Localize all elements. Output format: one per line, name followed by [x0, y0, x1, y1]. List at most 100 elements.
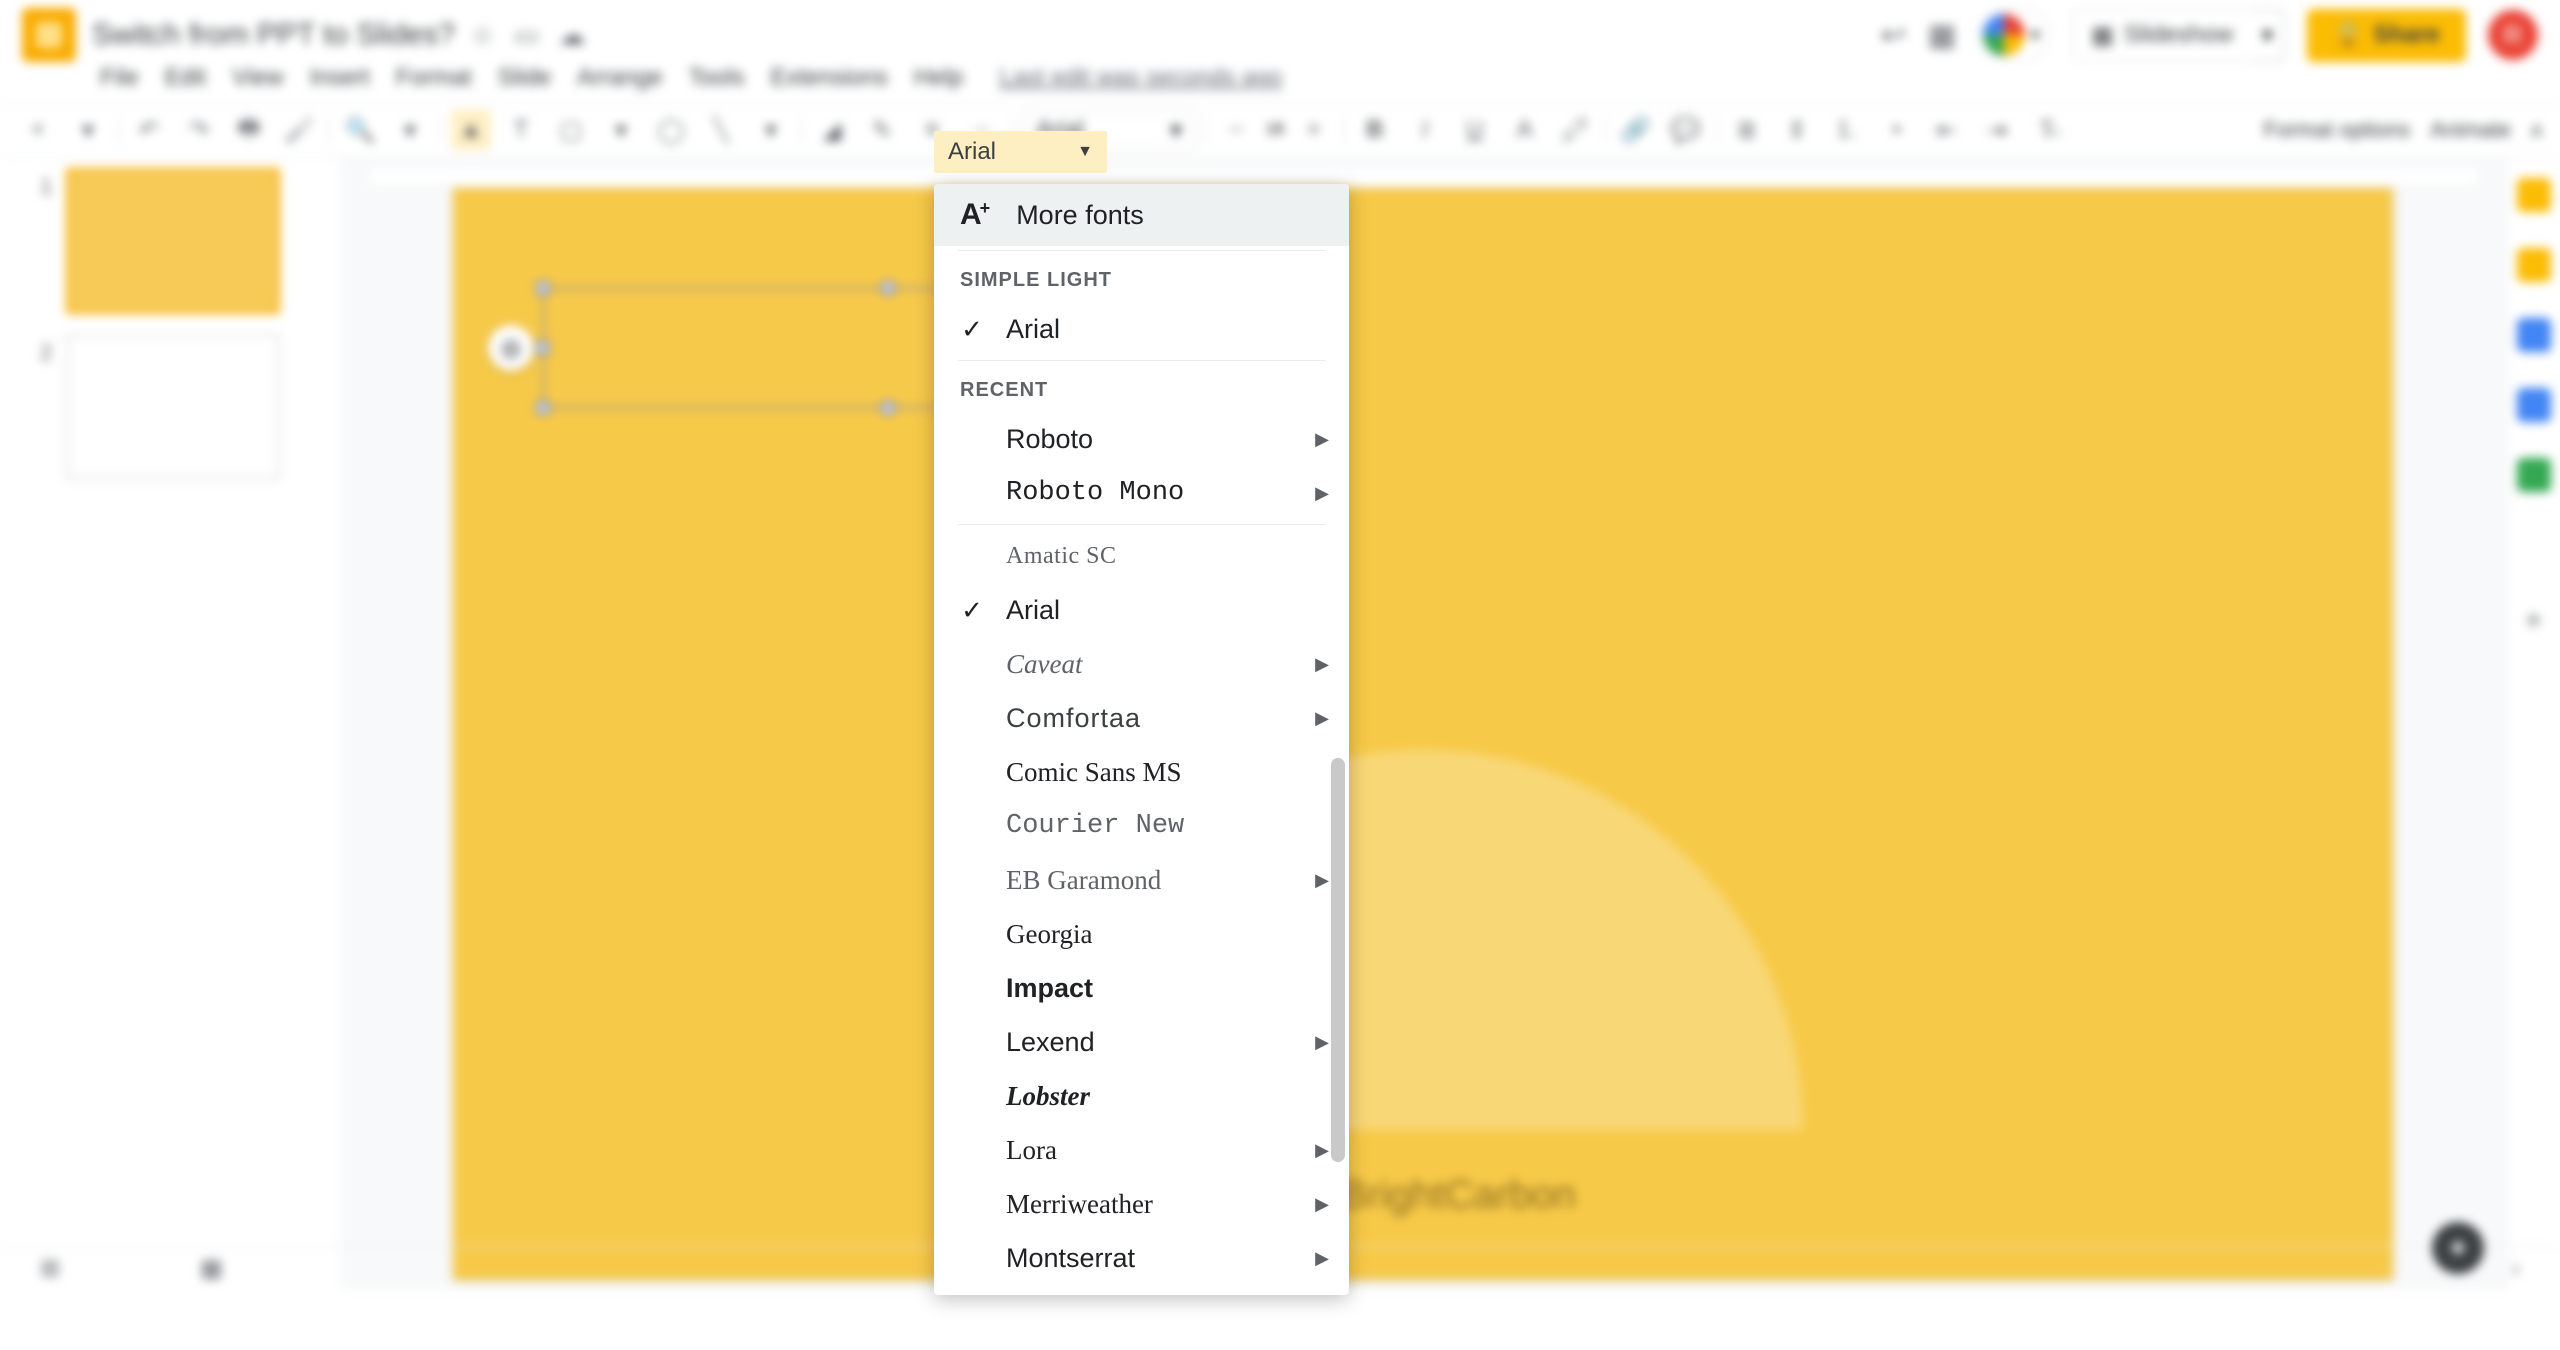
- resize-handle[interactable]: [537, 342, 549, 354]
- menu-file[interactable]: File: [100, 64, 139, 92]
- comments-icon[interactable]: ▦: [1928, 18, 1956, 53]
- resize-handle[interactable]: [882, 402, 894, 414]
- contacts-icon[interactable]: [2517, 388, 2551, 422]
- account-avatar[interactable]: R: [2488, 10, 2538, 60]
- font-option[interactable]: Lora▶: [934, 1123, 1349, 1177]
- add-on-button[interactable]: +: [2525, 604, 2543, 638]
- font-option[interactable]: ✓Arial: [934, 302, 1349, 356]
- line-spacing-button[interactable]: ⇕: [1777, 110, 1817, 150]
- slideshow-button[interactable]: ▦ Slideshow ▾: [2072, 9, 2285, 62]
- submenu-arrow-icon: ▶: [1315, 483, 1329, 504]
- menu-format[interactable]: Format: [396, 64, 472, 92]
- increase-indent-button[interactable]: ⇥: [1977, 110, 2017, 150]
- font-option[interactable]: EB Garamond▶: [934, 853, 1349, 907]
- font-option[interactable]: Georgia: [934, 907, 1349, 961]
- font-size-value[interactable]: 18: [1266, 121, 1284, 139]
- meet-button[interactable]: ▾: [1978, 9, 2050, 61]
- format-options-button[interactable]: Format options: [2264, 117, 2411, 143]
- select-tool[interactable]: ▲: [451, 110, 491, 150]
- bulleted-list-button[interactable]: •: [1877, 110, 1917, 150]
- redo-button[interactable]: ↷: [179, 110, 219, 150]
- calendar-icon[interactable]: [2517, 178, 2551, 212]
- font-option[interactable]: Lobster: [934, 1069, 1349, 1123]
- line-tool[interactable]: ╲: [701, 110, 741, 150]
- paint-format-button[interactable]: 🖌: [279, 110, 319, 150]
- move-icon[interactable]: ▭: [514, 20, 539, 51]
- new-slide-dropdown[interactable]: ▾: [68, 110, 108, 150]
- font-size-decrease[interactable]: −: [1216, 110, 1256, 150]
- maps-icon[interactable]: [2517, 458, 2551, 492]
- align-button[interactable]: ≣: [1727, 110, 1767, 150]
- cloud-icon[interactable]: ☁: [559, 20, 585, 51]
- image-dropdown[interactable]: ▾: [601, 110, 641, 150]
- hide-panel-icon[interactable]: ‹: [2512, 1255, 2520, 1283]
- slide-canvas[interactable]: ⊕ BrightCarbon: [453, 188, 2393, 1280]
- line-dropdown[interactable]: ▾: [751, 110, 791, 150]
- font-option[interactable]: Lexend▶: [934, 1015, 1349, 1069]
- text-color-button[interactable]: A: [1505, 110, 1545, 150]
- shape-tool[interactable]: ◯: [651, 110, 691, 150]
- menu-view[interactable]: View: [232, 64, 284, 92]
- font-option[interactable]: Amatic SC: [934, 529, 1349, 583]
- font-option[interactable]: Montserrat▶: [934, 1231, 1349, 1285]
- star-icon[interactable]: ☆: [471, 20, 494, 51]
- separator: [1605, 115, 1606, 145]
- scrollbar-thumb[interactable]: [1331, 758, 1345, 1162]
- add-note-button[interactable]: ⊕: [488, 325, 534, 371]
- font-option[interactable]: Caveat▶: [934, 637, 1349, 691]
- slide-thumbnail[interactable]: [66, 334, 280, 480]
- menu-insert[interactable]: Insert: [310, 64, 370, 92]
- fill-color-button[interactable]: ◢: [812, 110, 852, 150]
- menu-help[interactable]: Help: [914, 64, 963, 92]
- font-size-increase[interactable]: +: [1294, 110, 1334, 150]
- toolbar: + ▾ ↶ ↷ 🖶 🖌 🔍 ▾ ▲ T ▢ ▾ ◯ ╲ ▾ ◢ ✎ ≡ ┈ A: [0, 102, 2560, 158]
- keep-icon[interactable]: [2517, 248, 2551, 282]
- numbered-list-button[interactable]: 1.: [1827, 110, 1867, 150]
- font-option[interactable]: Comic Sans MS: [934, 745, 1349, 799]
- font-option[interactable]: Roboto▶: [934, 412, 1349, 466]
- font-option[interactable]: Merriweather▶: [934, 1177, 1349, 1231]
- menu-arrange[interactable]: Arrange: [577, 64, 662, 92]
- border-color-button[interactable]: ✎: [862, 110, 902, 150]
- textbox-tool[interactable]: T: [501, 110, 541, 150]
- font-option[interactable]: Impact: [934, 961, 1349, 1015]
- last-edit-link[interactable]: Last edit was seconds ago: [999, 64, 1282, 92]
- presenter-view-icon[interactable]: ▦: [200, 1254, 223, 1283]
- animate-button[interactable]: Animate: [2430, 117, 2511, 143]
- clear-formatting-button[interactable]: T̶: [2027, 110, 2067, 150]
- font-option[interactable]: Comfortaa▶: [934, 691, 1349, 745]
- resize-handle[interactable]: [537, 282, 549, 294]
- explore-button[interactable]: ✦: [2432, 1222, 2484, 1274]
- image-tool[interactable]: ▢: [551, 110, 591, 150]
- new-slide-button[interactable]: +: [18, 110, 58, 150]
- more-fonts-item[interactable]: A+ More fonts: [934, 184, 1349, 246]
- collapse-toolbar-icon[interactable]: ʌ: [2531, 117, 2542, 143]
- tasks-icon[interactable]: [2517, 318, 2551, 352]
- font-option[interactable]: Roboto Mono▶: [934, 466, 1349, 520]
- menu-edit[interactable]: Edit: [165, 64, 206, 92]
- font-family-select[interactable]: Arial ▼: [934, 131, 1107, 173]
- insert-link-button[interactable]: 🔗: [1616, 110, 1656, 150]
- decrease-indent-button[interactable]: ⇤: [1927, 110, 1967, 150]
- bold-button[interactable]: B: [1355, 110, 1395, 150]
- resize-handle[interactable]: [537, 402, 549, 414]
- font-option[interactable]: ✓Arial: [934, 583, 1349, 637]
- menu-extensions[interactable]: Extensions: [770, 64, 887, 92]
- share-button[interactable]: 🔒 Share: [2307, 9, 2466, 62]
- insert-comment-button[interactable]: 💬: [1666, 110, 1706, 150]
- document-title[interactable]: Switch from PPT to Slides?: [92, 18, 455, 52]
- undo-button[interactable]: ↶: [129, 110, 169, 150]
- slide-thumbnail[interactable]: [66, 168, 280, 314]
- history-icon[interactable]: ↩: [1881, 18, 1906, 53]
- print-button[interactable]: 🖶: [229, 110, 269, 150]
- highlight-color-button[interactable]: 🖍: [1555, 110, 1595, 150]
- menu-slide[interactable]: Slide: [498, 64, 551, 92]
- zoom-dropdown[interactable]: ▾: [390, 110, 430, 150]
- resize-handle[interactable]: [882, 282, 894, 294]
- grid-view-icon[interactable]: ⊞: [40, 1254, 60, 1283]
- underline-button[interactable]: U: [1455, 110, 1495, 150]
- menu-tools[interactable]: Tools: [688, 64, 744, 92]
- font-option[interactable]: Courier New: [934, 799, 1349, 853]
- zoom-button[interactable]: 🔍: [340, 110, 380, 150]
- italic-button[interactable]: I: [1405, 110, 1445, 150]
